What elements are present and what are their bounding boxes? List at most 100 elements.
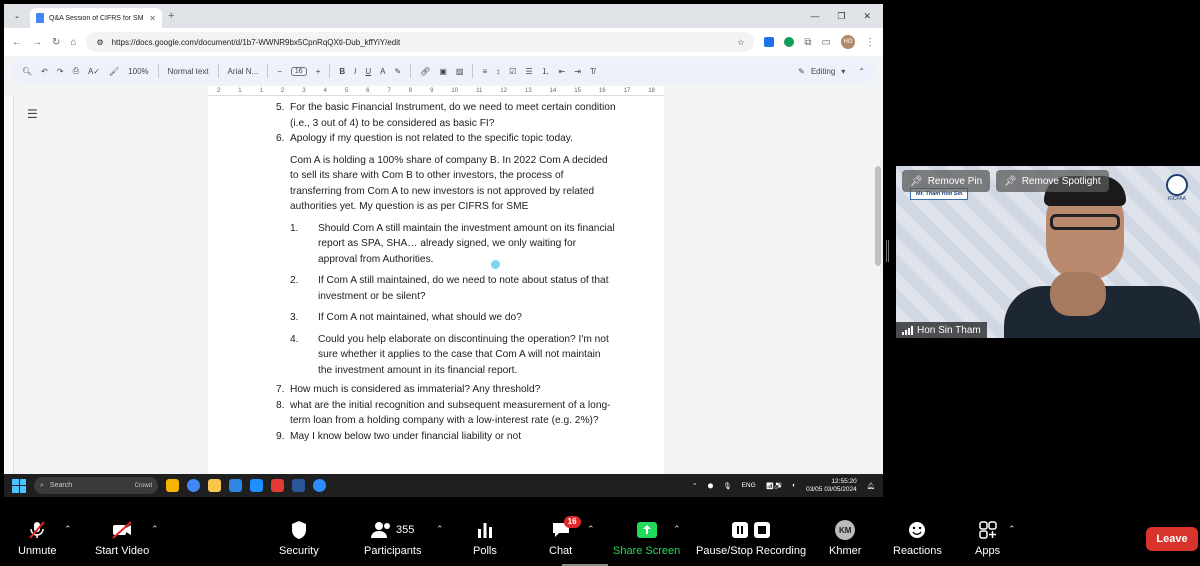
apps-options-chevron-icon[interactable]: ⌃: [1008, 524, 1016, 535]
profile-avatar[interactable]: HO: [841, 35, 855, 49]
browser-tab[interactable]: Q&A Session of CIFRS for SME ✕: [30, 8, 162, 28]
language-indicator[interactable]: ENG: [742, 482, 756, 489]
document-body[interactable]: 5. For the basic Financial Instrument, d…: [276, 100, 616, 444]
apps-icon: [977, 520, 999, 540]
clock[interactable]: 12:55:20 03/05 03/05/2024: [806, 478, 857, 494]
document-scrollbar[interactable]: [873, 96, 883, 474]
polls-button[interactable]: Polls: [473, 520, 497, 557]
align-icon[interactable]: ≡: [482, 67, 487, 76]
extension-icon[interactable]: [784, 37, 795, 47]
tab-close-icon[interactable]: ✕: [149, 14, 156, 23]
style-select[interactable]: Normal text: [168, 67, 209, 76]
start-video-button[interactable]: Start Video: [95, 520, 149, 557]
split-view-handle[interactable]: [886, 240, 889, 262]
print-icon[interactable]: ⎙: [73, 66, 79, 76]
bulleted-list-icon[interactable]: ☰: [525, 67, 532, 76]
spellcheck-icon[interactable]: A✓: [88, 67, 100, 76]
participants-button[interactable]: 355 Participants: [364, 520, 421, 557]
link-icon[interactable]: 🔗︎: [420, 67, 430, 76]
zoom-app-icon[interactable]: [313, 479, 326, 492]
paint-format-icon[interactable]: 🖌︎: [109, 67, 119, 76]
remove-pin-button[interactable]: 📌︎ Remove Pin: [902, 170, 991, 192]
checklist-icon[interactable]: ☑: [509, 67, 516, 76]
audio-options-chevron-icon[interactable]: ⌃: [64, 524, 72, 535]
forward-icon[interactable]: →: [32, 37, 42, 48]
reload-icon[interactable]: ↻: [52, 37, 60, 48]
language-interpretation-button[interactable]: KM Khmer: [829, 520, 861, 557]
scrollbar-thumb[interactable]: [875, 166, 881, 266]
editing-mode-select[interactable]: ✎ Editing ▾: [798, 67, 849, 76]
tray-overflow-icon[interactable]: ⌃: [692, 482, 697, 490]
clear-formatting-icon[interactable]: T̸: [590, 67, 595, 76]
share-screen-button[interactable]: Share Screen: [613, 520, 680, 557]
polls-icon: [474, 520, 496, 540]
chrome-icon[interactable]: [187, 479, 200, 492]
restore-icon[interactable]: ❐: [837, 11, 845, 22]
image-icon[interactable]: ▨: [456, 67, 464, 76]
site-info-icon[interactable]: ⚙: [96, 38, 103, 47]
tab-search-chevron-icon[interactable]: ⌄: [10, 9, 24, 23]
security-button[interactable]: Security: [279, 520, 319, 557]
unmute-button[interactable]: Unmute: [18, 520, 57, 557]
new-tab-icon[interactable]: +: [168, 10, 174, 22]
decrease-indent-icon[interactable]: ⇤: [559, 67, 566, 76]
increase-font-size-icon[interactable]: +: [316, 67, 321, 76]
video-options-chevron-icon[interactable]: ⌃: [151, 524, 159, 535]
minimize-icon[interactable]: —: [810, 11, 819, 22]
tray-app-icon[interactable]: ⬢: [708, 482, 714, 490]
underline-icon[interactable]: U: [365, 67, 371, 76]
horizontal-ruler[interactable]: 2 1 1 2 3 4 5 6 7 8 9 10 11 12 13 14 15 16 17 18: [208, 86, 664, 96]
microphone-icon[interactable]: 🎙︎: [723, 482, 731, 490]
leave-button[interactable]: Leave: [1146, 527, 1198, 551]
taskbar-search-input[interactable]: ⌕ Search Crowd: [34, 477, 158, 494]
back-icon[interactable]: ←: [12, 37, 22, 48]
text-color-icon[interactable]: A: [380, 67, 385, 76]
font-size-input[interactable]: 16: [290, 66, 307, 76]
zoom-select[interactable]: 100%: [128, 67, 148, 76]
reactions-button[interactable]: Reactions: [893, 520, 942, 557]
decrease-font-size-icon[interactable]: −: [277, 67, 282, 76]
vertical-ruler[interactable]: [4, 96, 14, 474]
participants-options-chevron-icon[interactable]: ⌃: [436, 524, 444, 535]
numbered-list-icon[interactable]: ⒈: [542, 66, 550, 77]
outlook-icon[interactable]: [250, 479, 263, 492]
pause-stop-recording-button[interactable]: Pause/Stop Recording: [696, 520, 806, 557]
taskbar-app-icon[interactable]: [166, 479, 179, 492]
extension-icon[interactable]: [764, 37, 775, 47]
document-page[interactable]: 5. For the basic Financial Instrument, d…: [208, 96, 664, 474]
increase-indent-icon[interactable]: ⇥: [574, 67, 581, 76]
search-menus-icon[interactable]: 🔍︎: [22, 67, 32, 76]
cast-icon[interactable]: ▭: [822, 37, 831, 48]
redo-icon[interactable]: ↷: [57, 67, 64, 76]
collapse-menus-icon[interactable]: ⌃: [858, 67, 865, 76]
browser-menu-icon[interactable]: ⋮: [865, 37, 875, 48]
chat-options-chevron-icon[interactable]: ⌃: [587, 524, 595, 535]
font-select[interactable]: Arial N...: [228, 67, 259, 76]
network-sound-battery-icon[interactable]: 📶︎🔊︎: [766, 482, 783, 490]
home-icon[interactable]: ⌂: [70, 37, 76, 48]
comment-icon[interactable]: ▣: [439, 67, 447, 76]
bold-icon[interactable]: B: [339, 67, 345, 76]
acrobat-icon[interactable]: [271, 479, 284, 492]
notification-bell-icon[interactable]: 🔔︎: [867, 482, 875, 490]
highlight-icon[interactable]: ✎: [395, 67, 402, 76]
url-input[interactable]: ⚙ https://docs.google.com/document/d/1b7…: [86, 32, 755, 52]
tray-app-icon[interactable]: ◐: [792, 482, 796, 489]
share-options-chevron-icon[interactable]: ⌃: [673, 524, 681, 535]
word-icon[interactable]: [292, 479, 305, 492]
italic-icon[interactable]: I: [354, 67, 356, 76]
file-explorer-icon[interactable]: [208, 479, 221, 492]
undo-icon[interactable]: ↶: [41, 67, 48, 76]
chat-button[interactable]: 16 Chat: [549, 516, 581, 557]
list-item: 8. what are the initial recognition and …: [276, 398, 616, 429]
line-spacing-icon[interactable]: ↕: [496, 67, 500, 76]
bookmark-star-icon[interactable]: ☆: [737, 38, 744, 47]
windows-start-icon[interactable]: [12, 478, 26, 493]
apps-button[interactable]: Apps: [975, 520, 1000, 557]
toolbar-divider: [410, 64, 412, 78]
extensions-puzzle-icon[interactable]: ⧉: [804, 37, 811, 48]
taskbar-app-icon[interactable]: [229, 479, 242, 492]
remove-spotlight-button[interactable]: 📌︎ Remove Spotlight: [996, 170, 1109, 192]
document-outline-icon[interactable]: ☰: [27, 107, 38, 121]
close-window-icon[interactable]: ✕: [863, 11, 871, 22]
